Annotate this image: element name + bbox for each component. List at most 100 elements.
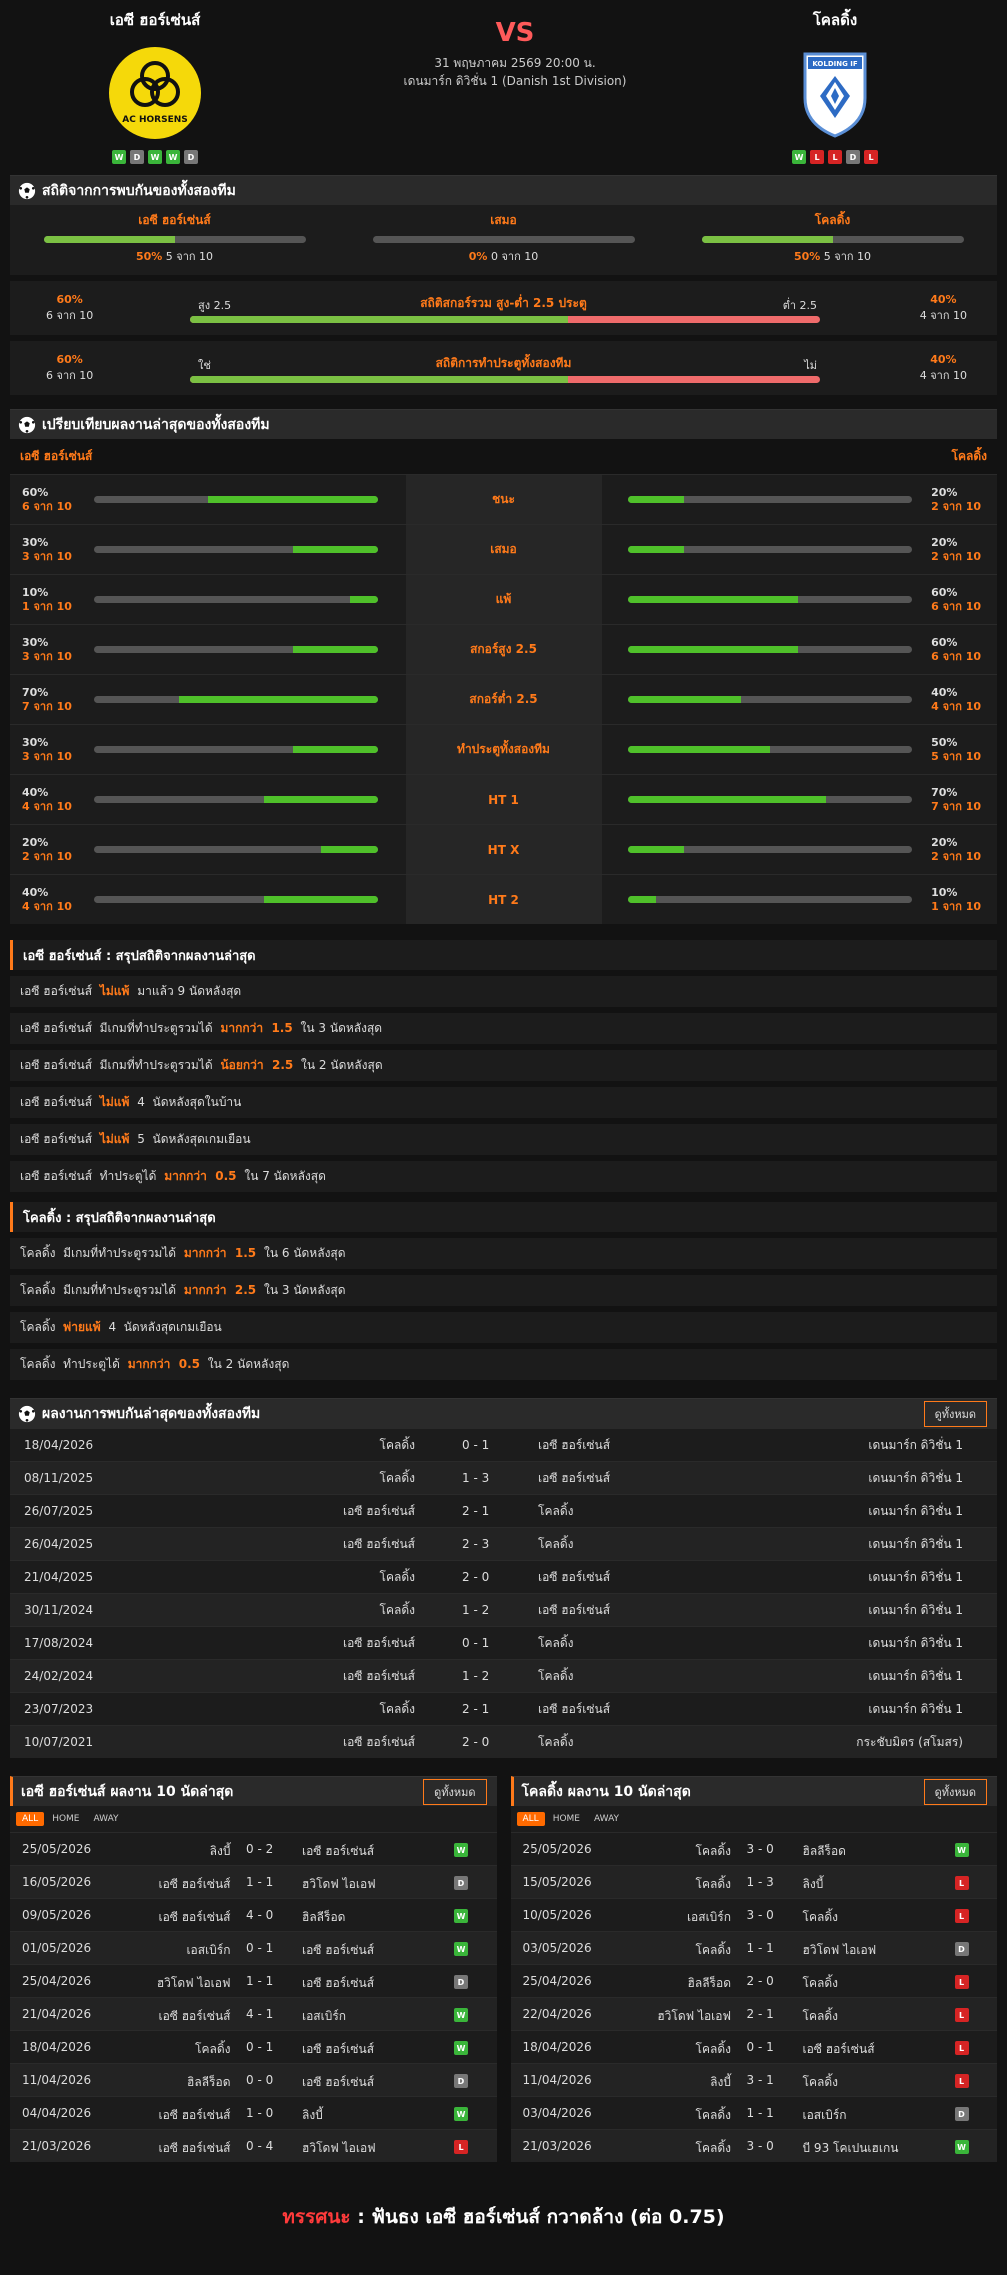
list-item[interactable]: 21/03/2026 เอซี ฮอร์เซ่นส์ 0 - 4 ฮวิโดฟ ไอเ…: [10, 2129, 497, 2162]
compare-away-pct: 50%: [931, 735, 958, 749]
match-date: 21/03/2026: [22, 2139, 92, 2153]
result-badge: W: [454, 2041, 468, 2055]
compare-away-bar-fill: [627, 796, 827, 803]
tab-all[interactable]: ALL: [516, 1812, 545, 1826]
list-item[interactable]: 25/04/2026 ฮวิโดฟ ไอเอฟ 1 - 1 เอซี ฮอร์เซ่น…: [10, 1964, 497, 1997]
summary-highlight: มากกว่า 0.5: [164, 1169, 237, 1183]
compare-away-bar: [627, 546, 912, 553]
summary-highlight: ไม่แพ้: [99, 1095, 130, 1109]
compare-away-count: 6 จาก 10: [931, 599, 981, 613]
result-badge: L: [954, 1975, 969, 1989]
home-team: ฮวิโดฟ ไอเอฟ: [657, 2009, 731, 2023]
match-date: 03/05/2026: [522, 1941, 592, 1955]
compare-away-bar: [627, 596, 912, 603]
table-row[interactable]: 18/04/2026 โคลดิ้ง 0 - 1 เอซี ฮอร์เซ่นส์ เดน…: [10, 1428, 997, 1461]
list-item[interactable]: 25/05/2026 โคลดิ้ง 3 - 0 ฮิลลีร็อด W: [510, 1832, 997, 1865]
summary-text: โคลดิ้ง: [20, 1320, 60, 1334]
list-item[interactable]: 25/05/2026 ลิงบี้ 0 - 2 เอซี ฮอร์เซ่นส์ W: [10, 1832, 497, 1865]
score: 1 - 1: [746, 2106, 774, 2120]
away-last10-tabs: ALL HOME AWAY: [510, 1806, 997, 1832]
list-item[interactable]: 18/04/2026 โคลดิ้ง 0 - 1 เอซี ฮอร์เซ่นส์ L: [510, 2030, 997, 2063]
compare-away-side: 20% 2 จาก 10: [602, 525, 998, 574]
summary-text: ใน 3 นัดหลังสุด: [296, 1021, 383, 1035]
compare-home-count: 3 จาก 10: [22, 549, 72, 563]
list-item[interactable]: 18/04/2026 โคลดิ้ง 0 - 1 เอซี ฮอร์เซ่นส์ W: [10, 2030, 497, 2063]
away-team: เอซี ฮอร์เซ่นส์: [538, 1437, 611, 1452]
compare-home-value: 20% 2 จาก 10: [22, 836, 72, 864]
summary-text: มาแล้ว 9 นัดหลังสุด: [133, 984, 242, 998]
tab-all[interactable]: ALL: [16, 1812, 45, 1826]
compare-home-bar: [94, 896, 378, 903]
compare-home-bar: [94, 796, 378, 803]
compare-row-label: HT 2: [405, 875, 602, 924]
score: 1 - 0: [246, 2106, 274, 2120]
compare-home-side: 70% 7 จาก 10: [10, 675, 406, 724]
home-team: โคลดิ้ง: [379, 1602, 415, 1617]
summary-text: เอซี ฮอร์เซ่นส์: [20, 1132, 96, 1146]
list-item[interactable]: 10/05/2026 เอสเบิร์ก 3 - 0 โคลดิ้ง L: [510, 1898, 997, 1931]
score: 0 - 1: [246, 2040, 274, 2054]
match-date: 11/04/2026: [22, 2073, 92, 2087]
competition: เดนมาร์ก ดิวิชั่น 1: [868, 1503, 963, 1518]
home-last10-view-all-button[interactable]: ดูทั้งหมด: [423, 1778, 487, 1805]
btts-row: 60% 6 จาก 10 ใช่ สถิติการทำประตูทั้งสองที…: [10, 341, 997, 395]
match-date: 03/04/2026: [522, 2106, 592, 2120]
table-row[interactable]: 17/08/2024 เอซี ฮอร์เซ่นส์ 0 - 1 โคลดิ้ง เดน…: [10, 1626, 997, 1659]
away-team-name: โคลดิ้ง: [812, 11, 858, 29]
result-badge: L: [954, 1876, 969, 1890]
list-item[interactable]: 22/04/2026 ฮวิโดฟ ไอเอฟ 2 - 1 โคลดิ้ง L: [510, 1997, 997, 2030]
away-team: โคลดิ้ง KOLDING IF WLLDL: [745, 8, 925, 164]
list-item[interactable]: 11/04/2026 ฮิลลีร็อด 0 - 0 เอซี ฮอร์เซ่นส์ D: [10, 2063, 497, 2096]
home-team: เอซี ฮอร์เซ่นส์: [158, 1877, 231, 1891]
compare-row-label: สกอร์ต่ำ 2.5: [405, 675, 602, 724]
home-team: โคลดิ้ง: [195, 2042, 231, 2056]
h2h-col-pct: 50% 5 จาก 10: [10, 247, 339, 265]
match-date: 25/04/2026: [522, 1974, 592, 1988]
list-item[interactable]: 25/04/2026 ฮิลลีร็อด 2 - 0 โคลดิ้ง L: [510, 1964, 997, 1997]
tab-away[interactable]: AWAY: [588, 1812, 625, 1826]
ou-right-count: 4 จาก 10: [919, 309, 967, 322]
list-item[interactable]: 21/04/2026 เอซี ฮอร์เซ่นส์ 4 - 1 เอสเบิร์ก W: [10, 1997, 497, 2030]
table-row[interactable]: 23/07/2023 โคลดิ้ง 2 - 1 เอซี ฮอร์เซ่นส์ เดน…: [10, 1692, 997, 1725]
result-badge: W: [454, 1909, 468, 1923]
h2h-col-pct-value: 50%: [793, 250, 821, 263]
h2h-col-label: เอซี ฮอร์เซ่นส์: [138, 213, 211, 227]
list-item[interactable]: 11/04/2026 ลิงบี้ 3 - 1 โคลดิ้ง L: [510, 2063, 997, 2096]
tab-home[interactable]: HOME: [547, 1812, 586, 1826]
home-team: ฮิลลีร็อด: [687, 1976, 731, 1990]
list-item[interactable]: 03/04/2026 โคลดิ้ง 1 - 1 เอสเบิร์ก D: [510, 2096, 997, 2129]
list-item[interactable]: 01/05/2026 เอสเบิร์ก 0 - 1 เอซี ฮอร์เซ่นส์ W: [10, 1931, 497, 1964]
list-item[interactable]: 21/03/2026 โคลดิ้ง 3 - 0 บี 93 โคเปนเฮเกน W: [510, 2129, 997, 2162]
away-last10-view-all-button[interactable]: ดูทั้งหมด: [923, 1778, 987, 1805]
compare-away-bar: [627, 646, 912, 653]
compare-home-bar-fill: [349, 596, 378, 603]
table-row[interactable]: 21/04/2025 โคลดิ้ง 2 - 0 เอซี ฮอร์เซ่นส์ เดน…: [10, 1560, 997, 1593]
table-row[interactable]: 30/11/2024 โคลดิ้ง 1 - 2 เอซี ฮอร์เซ่นส์ เดน…: [10, 1593, 997, 1626]
form-badge: W: [148, 150, 162, 164]
match-date: 25/04/2026: [22, 1974, 92, 1988]
tab-home[interactable]: HOME: [46, 1812, 85, 1826]
home-team: โคลดิ้ง: [379, 1437, 415, 1452]
compare-away-bar: [627, 496, 912, 503]
h2h-view-all-button[interactable]: ดูทั้งหมด: [923, 1400, 987, 1427]
prediction-text: ฟันธง เอซี ฮอร์เซ่นส์ กวาดล้าง (ต่อ 0.75…: [371, 2206, 725, 2228]
table-row[interactable]: 26/04/2025 เอซี ฮอร์เซ่นส์ 2 - 3 โคลดิ้ง เดน…: [10, 1527, 997, 1560]
list-item[interactable]: 03/05/2026 โคลดิ้ง 1 - 1 ฮวิโดฟ ไอเอฟ D: [510, 1931, 997, 1964]
home-last10-tabs: ALL HOME AWAY: [10, 1806, 497, 1832]
compare-away-value: 60% 6 จาก 10: [931, 636, 981, 664]
table-row[interactable]: 24/02/2024 เอซี ฮอร์เซ่นส์ 1 - 2 โคลดิ้ง เดน…: [10, 1659, 997, 1692]
list-item[interactable]: 04/04/2026 เอซี ฮอร์เซ่นส์ 1 - 0 ลิงบี้ W: [10, 2096, 497, 2129]
tab-away[interactable]: AWAY: [88, 1812, 125, 1826]
result-badge: L: [954, 2041, 969, 2055]
summary-text: โคลดิ้ง ทำประตูได้: [20, 1357, 124, 1371]
match-date: 15/05/2026: [522, 1875, 592, 1889]
table-row[interactable]: 26/07/2025 เอซี ฮอร์เซ่นส์ 2 - 1 โคลดิ้ง เดน…: [10, 1494, 997, 1527]
compare-away-side: 70% 7 จาก 10: [602, 775, 998, 824]
compare-row-label: ชนะ: [405, 475, 602, 524]
table-row[interactable]: 08/11/2025 โคลดิ้ง 1 - 3 เอซี ฮอร์เซ่นส์ เดน…: [10, 1461, 997, 1494]
list-item[interactable]: 16/05/2026 เอซี ฮอร์เซ่นส์ 1 - 1 ฮวิโดฟ ไอเ…: [10, 1865, 497, 1898]
list-item[interactable]: 15/05/2026 โคลดิ้ง 1 - 3 ลิงบี้ L: [510, 1865, 997, 1898]
summary-text: เอซี ฮอร์เซ่นส์ มีเกมที่ทำประตูรวมได้: [20, 1021, 217, 1035]
table-row[interactable]: 10/07/2021 เอซี ฮอร์เซ่นส์ 2 - 0 โคลดิ้ง กระ…: [10, 1725, 997, 1758]
list-item[interactable]: 09/05/2026 เอซี ฮอร์เซ่นส์ 4 - 0 ฮิลลีร็อด W: [10, 1898, 497, 1931]
